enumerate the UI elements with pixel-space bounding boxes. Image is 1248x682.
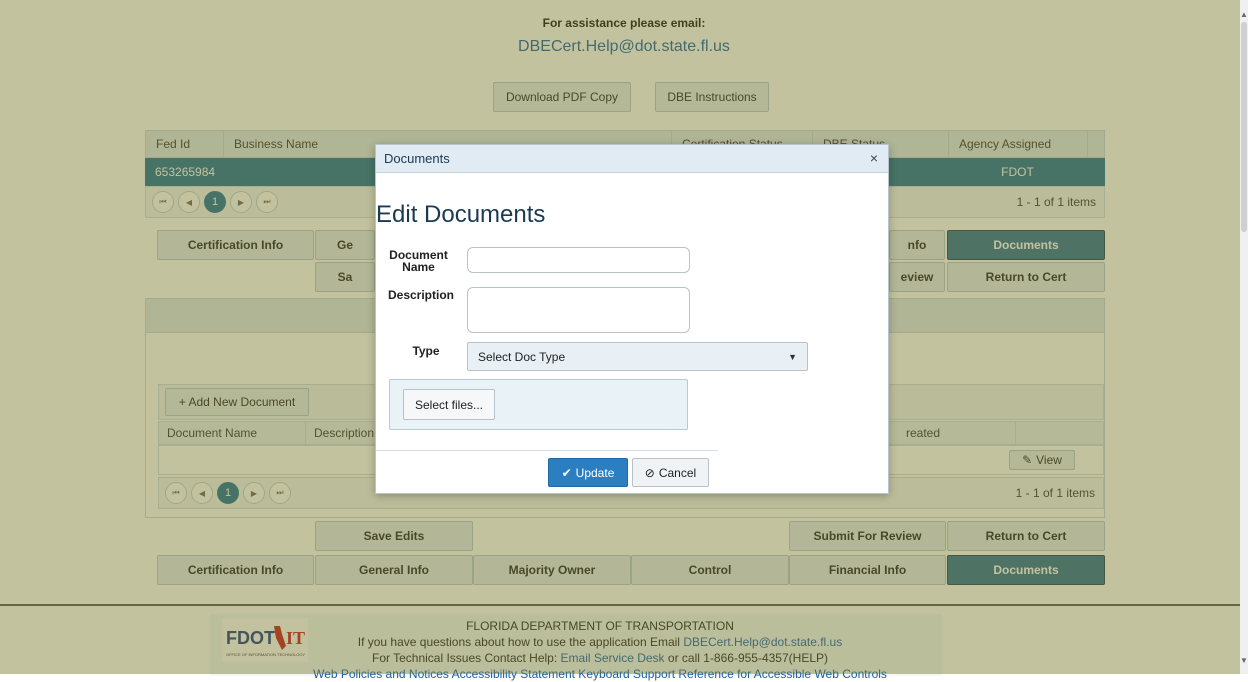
doc-type-value: Select Doc Type [478, 349, 566, 364]
checkmark-icon: ✔ [561, 465, 572, 480]
document-name-input[interactable] [467, 247, 690, 273]
select-files-button[interactable]: Select files... [403, 389, 495, 420]
description-textarea[interactable] [467, 287, 690, 333]
update-label: Update [575, 465, 615, 480]
doc-type-select[interactable]: Select Doc Type ▼ [467, 342, 808, 371]
scroll-down-icon[interactable]: ▼ [1240, 656, 1248, 668]
documents-modal: Documents × Edit Documents Document Name… [375, 144, 889, 494]
edit-documents-heading: Edit Documents [376, 201, 546, 228]
document-name-label: Document Name [389, 248, 448, 274]
chevron-down-icon: ▼ [788, 352, 797, 362]
update-button[interactable]: ✔ Update [548, 458, 628, 487]
page-scrollbar[interactable]: ▲ ▼ [1240, 0, 1248, 674]
close-icon[interactable]: × [870, 151, 878, 165]
modal-title-bar: Documents [376, 145, 888, 173]
file-upload-dropzone[interactable]: Select files... [389, 379, 688, 430]
modal-divider [376, 450, 718, 451]
scroll-up-icon[interactable]: ▲ [1240, 10, 1248, 22]
type-label: Type [412, 344, 440, 358]
cancel-label: Cancel [658, 465, 697, 480]
modal-title: Documents [384, 151, 450, 166]
scroll-thumb[interactable] [1241, 22, 1247, 232]
cancel-icon: ⊘ [644, 465, 655, 480]
cancel-button[interactable]: ⊘ Cancel [632, 458, 709, 487]
description-label: Description [387, 288, 454, 302]
